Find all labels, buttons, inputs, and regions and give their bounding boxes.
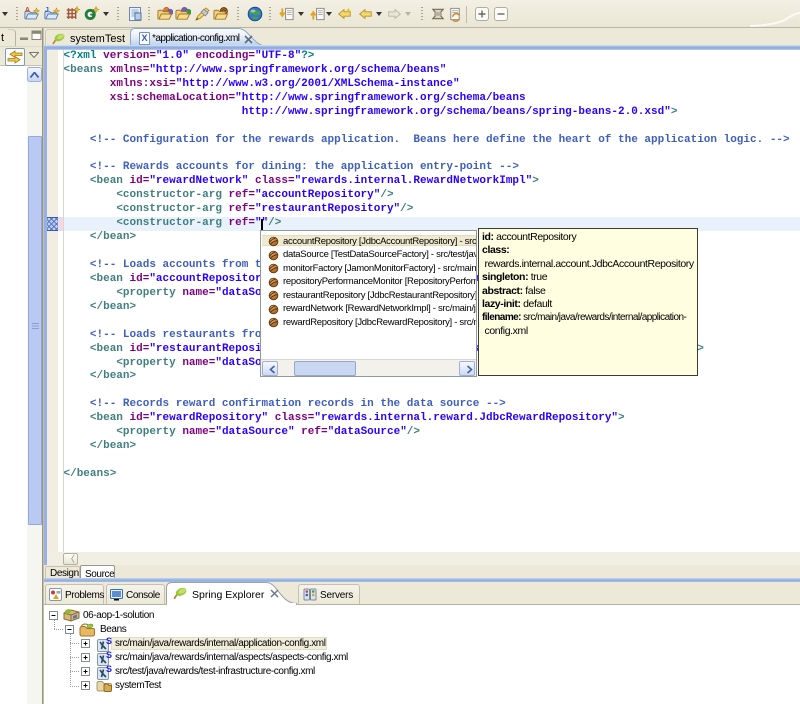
svg-text:S: S (106, 665, 112, 674)
svg-text:J: J (45, 6, 49, 14)
svg-text:S: S (106, 651, 112, 660)
svg-text:S: S (106, 637, 112, 646)
svg-text:A: A (25, 6, 30, 14)
